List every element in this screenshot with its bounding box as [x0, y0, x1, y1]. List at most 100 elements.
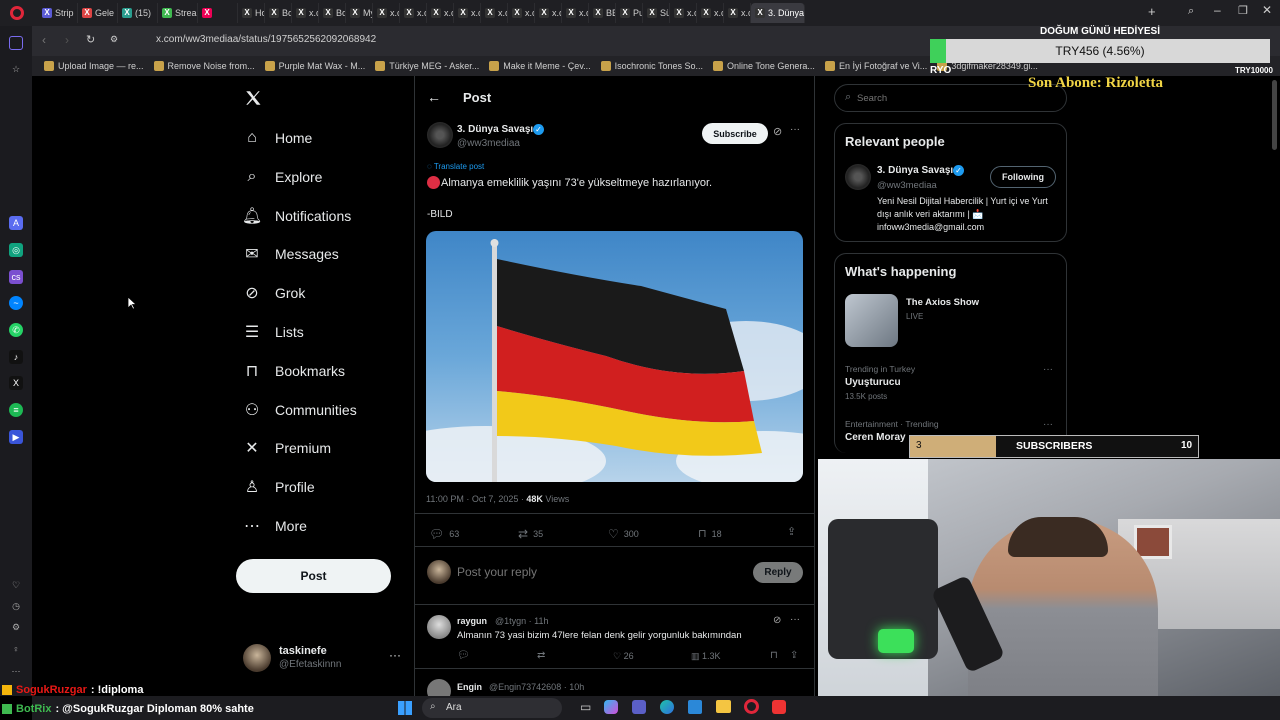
author-handle[interactable]: @ww3mediaa	[457, 138, 520, 149]
chatgpt-icon[interactable]: ◎	[9, 243, 23, 257]
browser-tab[interactable]: X (15)	[118, 3, 158, 23]
reply-input[interactable]	[457, 562, 737, 582]
task-view-icon[interactable]: ▭	[580, 700, 591, 714]
aria-icon[interactable]: A	[9, 216, 23, 230]
browser-tab[interactable]: XBoşu	[319, 3, 346, 23]
maximize-icon[interactable]: ❐	[1238, 4, 1248, 17]
history-icon[interactable]: ◷	[9, 599, 23, 613]
browser-tab[interactable]: XHom	[238, 3, 265, 23]
bookmark-icon[interactable]: ⊓	[770, 650, 778, 661]
edge-icon[interactable]	[660, 700, 674, 714]
more-icon[interactable]: ⋯	[9, 664, 23, 678]
grok-icon[interactable]: ⊘	[773, 615, 781, 626]
post-timestamp[interactable]: 11:00 PM · Oct 7, 2025 · 48K Views	[426, 494, 569, 504]
browser-tab[interactable]: X Gele	[78, 3, 118, 23]
following-button[interactable]: Following	[990, 166, 1056, 188]
tab-search-icon[interactable]: ⌕	[1188, 5, 1194, 18]
bookmark-item[interactable]: Purple Mat Wax - M...	[264, 61, 365, 71]
like-action[interactable]: ♡ 300	[608, 527, 639, 541]
account-switcher[interactable]: taskinefe @Efetaskinnn ···	[243, 642, 403, 674]
bookmark-item[interactable]: En İyi Fotoğraf ve Vi...	[824, 61, 927, 71]
person-name[interactable]: 3. Dünya Savaşı	[877, 165, 953, 176]
bulb-icon[interactable]: ♀	[9, 642, 23, 656]
more-dots-icon[interactable]: ···	[389, 648, 401, 662]
subscribe-button[interactable]: Subscribe	[702, 123, 768, 144]
player-icon[interactable]: ▶	[9, 430, 23, 444]
url-field[interactable]: x.com/ww3mediaa/status/19756525620920689…	[156, 34, 376, 45]
live-title[interactable]: The Axios Show	[906, 297, 979, 308]
copilot-icon[interactable]	[604, 700, 618, 714]
author-avatar[interactable]	[427, 122, 453, 148]
star-icon[interactable]: ☆	[9, 62, 23, 76]
reply-action[interactable]: 💬︎ 63	[429, 527, 459, 541]
browser-tab[interactable]: Xx.co	[670, 3, 697, 23]
x-app-icon[interactable]: X	[9, 376, 23, 390]
more-dots-icon[interactable]: ···	[1043, 419, 1053, 430]
windows-start-icon[interactable]	[398, 701, 412, 715]
reply-button[interactable]: Reply	[753, 562, 803, 583]
reload-icon[interactable]: ↻	[86, 33, 95, 46]
browser-tab[interactable]: X Strip	[38, 3, 78, 23]
share-icon[interactable]: ⇪	[787, 525, 796, 538]
nav-item-premium[interactable]: ✕ Premium	[243, 432, 331, 464]
whatsapp-icon[interactable]: ✆	[9, 323, 23, 337]
settings-icon[interactable]: ⚙	[9, 620, 23, 634]
bookmark-item[interactable]: Isochronic Tones So...	[600, 61, 703, 71]
cs-app-icon[interactable]: cs	[9, 270, 23, 284]
nav-item-explore[interactable]: ⌕ Explore	[243, 161, 323, 193]
nav-item-grok[interactable]: ⊘ Grok	[243, 277, 305, 309]
browser-tab[interactable]: Xx.co	[454, 3, 481, 23]
browser-tab[interactable]: XSüre	[643, 3, 670, 23]
browser-tab[interactable]: XMyn	[346, 3, 373, 23]
new-tab-icon[interactable]: +	[1148, 4, 1156, 19]
forward-icon[interactable]: ›	[65, 33, 69, 47]
live-thumbnail[interactable]	[845, 294, 898, 347]
more-dots-icon[interactable]: ···	[1043, 364, 1053, 375]
browser-tab[interactable]: XPush	[616, 3, 643, 23]
person-avatar[interactable]	[845, 164, 871, 190]
browser-tab[interactable]: Xx.co	[508, 3, 535, 23]
teams-icon[interactable]	[632, 700, 646, 714]
repost-action[interactable]: ⇄ 35	[518, 527, 543, 541]
back-arrow-icon[interactable]: ←	[427, 89, 441, 105]
taskbar-search[interactable]: ⌕ Ara	[422, 698, 562, 718]
post-image[interactable]	[426, 231, 803, 482]
spotify-icon[interactable]: ≡	[9, 403, 23, 417]
back-icon[interactable]: ‹	[42, 33, 46, 47]
nav-item-bookmarks[interactable]: ⊓ Bookmarks	[243, 355, 345, 387]
browser-tab[interactable]: XBELL	[589, 3, 616, 23]
grok-icon[interactable]: ⊘	[773, 125, 782, 138]
nav-item-home[interactable]: ⌂ Home	[243, 122, 312, 154]
browser-tab[interactable]: XBoşu	[265, 3, 292, 23]
minimize-icon[interactable]: –	[1214, 3, 1221, 17]
browser-tab[interactable]: X 3. Dünya	[751, 3, 805, 23]
trend-name[interactable]: Uyuşturucu	[845, 377, 901, 388]
bookmark-item[interactable]: Make it Meme - Çev...	[489, 61, 591, 71]
home-icon[interactable]	[9, 36, 23, 50]
search-input[interactable]	[857, 90, 1057, 106]
browser-tab[interactable]: Xx.co	[292, 3, 319, 23]
browser-tab[interactable]: Xx.co	[427, 3, 454, 23]
bookmark-item[interactable]: Remove Noise from...	[153, 61, 255, 71]
author-name[interactable]: 3. Dünya Savaşı	[457, 124, 533, 135]
bookmark-item[interactable]: Türkiye MEG - Asker...	[375, 61, 479, 71]
like-action[interactable]: ♡ 26	[613, 651, 634, 662]
post-button[interactable]: Post	[236, 559, 391, 593]
browser-tab[interactable]: Xx.co	[697, 3, 724, 23]
repost-icon[interactable]: ⇄	[537, 650, 545, 661]
more-dots-icon[interactable]: ···	[790, 124, 800, 135]
explorer-icon[interactable]	[716, 700, 731, 713]
tiktok-icon[interactable]: ♪	[9, 350, 23, 364]
x-logo-icon[interactable]	[244, 89, 262, 107]
nav-item-more[interactable]: ⋯ More	[243, 510, 307, 542]
browser-tab[interactable]: Xx.co	[400, 3, 427, 23]
wps-icon[interactable]	[772, 700, 786, 714]
opera-icon[interactable]	[744, 699, 759, 714]
views-action[interactable]: ▥ 1.3K	[691, 651, 721, 662]
browser-tab[interactable]: Xx.co	[373, 3, 400, 23]
browser-tab[interactable]: X	[198, 3, 238, 23]
browser-tab[interactable]: X Strea	[158, 3, 198, 23]
browser-tab[interactable]: Xx.co	[481, 3, 508, 23]
messenger-icon[interactable]: ~	[9, 296, 23, 310]
reply-icon[interactable]: 💬︎	[457, 650, 470, 661]
